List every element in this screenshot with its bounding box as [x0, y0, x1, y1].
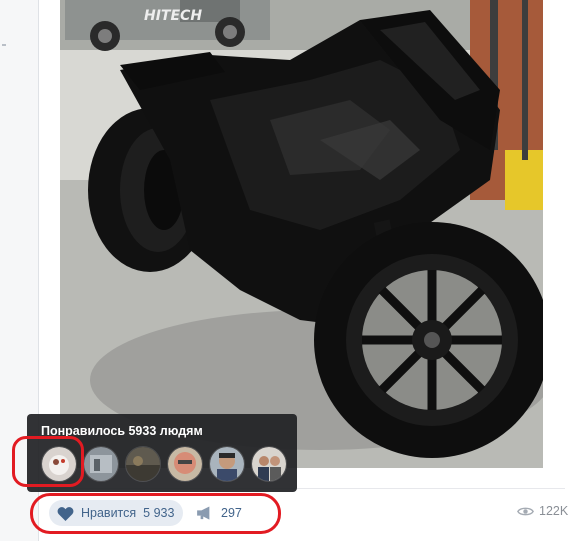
- avatar[interactable]: [83, 446, 119, 482]
- eye-icon: [517, 507, 534, 515]
- avatar[interactable]: [251, 446, 287, 482]
- views-count: 122K: [539, 504, 569, 518]
- photo-watermark: HITECH: [144, 8, 202, 24]
- sidebar-marker: [2, 44, 6, 46]
- annotation-circle-avatar: [12, 436, 84, 487]
- motorcycle-photo: HITECH: [60, 0, 543, 468]
- annotation-circle-actions: [30, 493, 281, 534]
- views-counter: 122K: [517, 504, 568, 518]
- avatar[interactable]: [209, 446, 245, 482]
- avatar[interactable]: [125, 446, 161, 482]
- post-photo[interactable]: HITECH: [60, 0, 543, 468]
- avatar[interactable]: [167, 446, 203, 482]
